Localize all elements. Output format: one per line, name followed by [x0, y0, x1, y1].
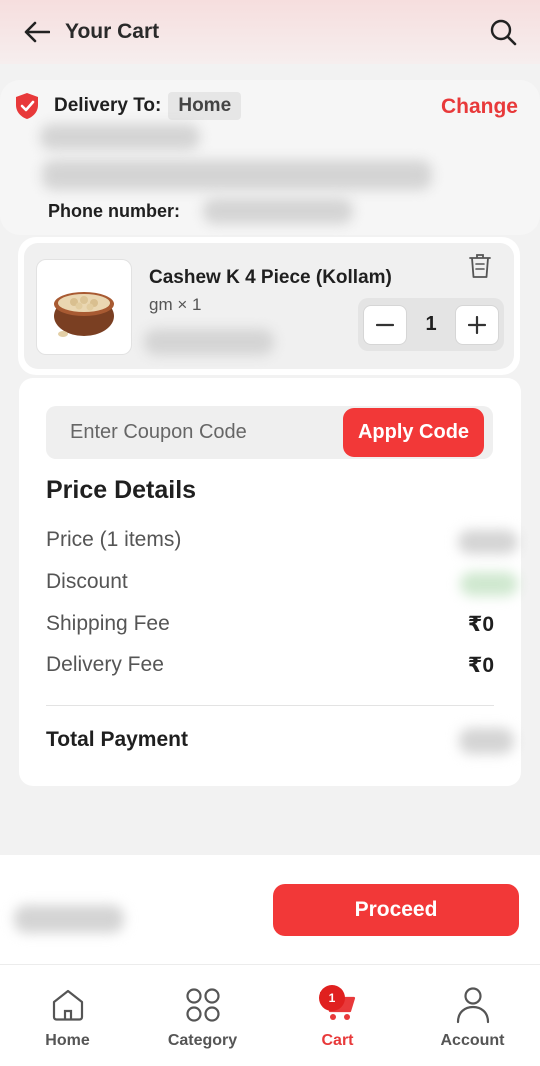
delivery-to-label: Delivery To: — [54, 95, 162, 116]
total-payment-label: Total Payment — [46, 728, 188, 751]
discount-row: Discount — [46, 570, 518, 598]
discount-label: Discount — [46, 570, 128, 593]
nav-item-cart[interactable]: Cart — [270, 965, 405, 1066]
search-button[interactable] — [488, 17, 518, 47]
shipping-fee-label: Shipping Fee — [46, 612, 170, 635]
redacted-total-value — [459, 728, 514, 754]
app-header: Your Cart — [0, 0, 540, 64]
plus-icon — [468, 315, 486, 334]
product-image[interactable] — [36, 259, 132, 355]
quantity-value: 1 — [425, 313, 437, 335]
product-unit-qty: gm × 1 — [149, 295, 202, 314]
price-details-card: Apply Code Price Details Price (1 items)… — [19, 378, 521, 786]
cashew-bowl-image — [54, 292, 114, 337]
redacted-total-amount — [14, 905, 124, 933]
price-label: Price (1 items) — [46, 528, 182, 551]
shipping-fee-row: Shipping Fee ₹0 — [46, 612, 494, 640]
checkout-bar: Proceed — [0, 855, 540, 964]
change-address-link[interactable]: Change — [441, 95, 518, 119]
cart-item-card: Cashew K 4 Piece (Kollam) gm × 1 1 — [18, 237, 520, 375]
delivery-fee-row: Delivery Fee ₹0 — [46, 653, 494, 681]
user-icon — [456, 987, 489, 1024]
redacted-price-value — [458, 530, 518, 554]
home-icon — [52, 989, 83, 1021]
cart-count-badge: 1 — [319, 985, 345, 1011]
back-button[interactable] — [22, 17, 52, 47]
proceed-button[interactable]: Proceed — [273, 884, 519, 936]
trash-icon — [469, 254, 491, 278]
delivery-fee-value: ₹0 — [467, 654, 494, 677]
quantity-stepper: 1 — [358, 298, 504, 351]
price-row: Price (1 items) — [46, 528, 518, 556]
delete-item-button[interactable] — [466, 251, 494, 281]
verified-shield-icon — [16, 93, 38, 119]
redacted-name — [40, 124, 200, 150]
increase-quantity-button[interactable] — [455, 304, 499, 345]
price-details-title: Price Details — [46, 476, 197, 504]
delivery-address-card: Delivery To: Home Change Phone number: — [0, 80, 540, 235]
product-name: Cashew K 4 Piece (Kollam) — [149, 267, 392, 288]
search-icon — [490, 19, 517, 46]
redacted-address — [42, 160, 432, 190]
nav-label-cart: Cart — [321, 1032, 354, 1049]
decrease-quantity-button[interactable] — [363, 304, 407, 345]
apply-code-button[interactable]: Apply Code — [343, 408, 484, 457]
redacted-phone — [203, 198, 353, 224]
nav-label-home: Home — [45, 1032, 90, 1049]
phone-number-label: Phone number: — [48, 201, 181, 221]
nav-item-category[interactable]: Category — [135, 965, 270, 1066]
delivery-fee-label: Delivery Fee — [46, 653, 164, 676]
address-type-chip: Home — [168, 92, 242, 120]
nav-label-account: Account — [440, 1032, 505, 1049]
redacted-discount-value — [460, 572, 518, 596]
minus-icon — [376, 323, 394, 326]
coupon-box: Apply Code — [46, 406, 493, 459]
nav-label-category: Category — [167, 1032, 238, 1049]
grid-icon — [185, 988, 220, 1022]
nav-item-account[interactable]: Account — [405, 965, 540, 1066]
nav-item-home[interactable]: Home — [0, 965, 135, 1066]
page-title: Your Cart — [65, 20, 160, 43]
arrow-left-icon — [24, 21, 50, 43]
shipping-fee-value: ₹0 — [467, 613, 494, 636]
coupon-code-input[interactable] — [46, 406, 336, 459]
divider — [46, 705, 494, 706]
redacted-item-price — [144, 329, 274, 355]
bottom-nav: Home Category Cart Account — [0, 964, 540, 1066]
